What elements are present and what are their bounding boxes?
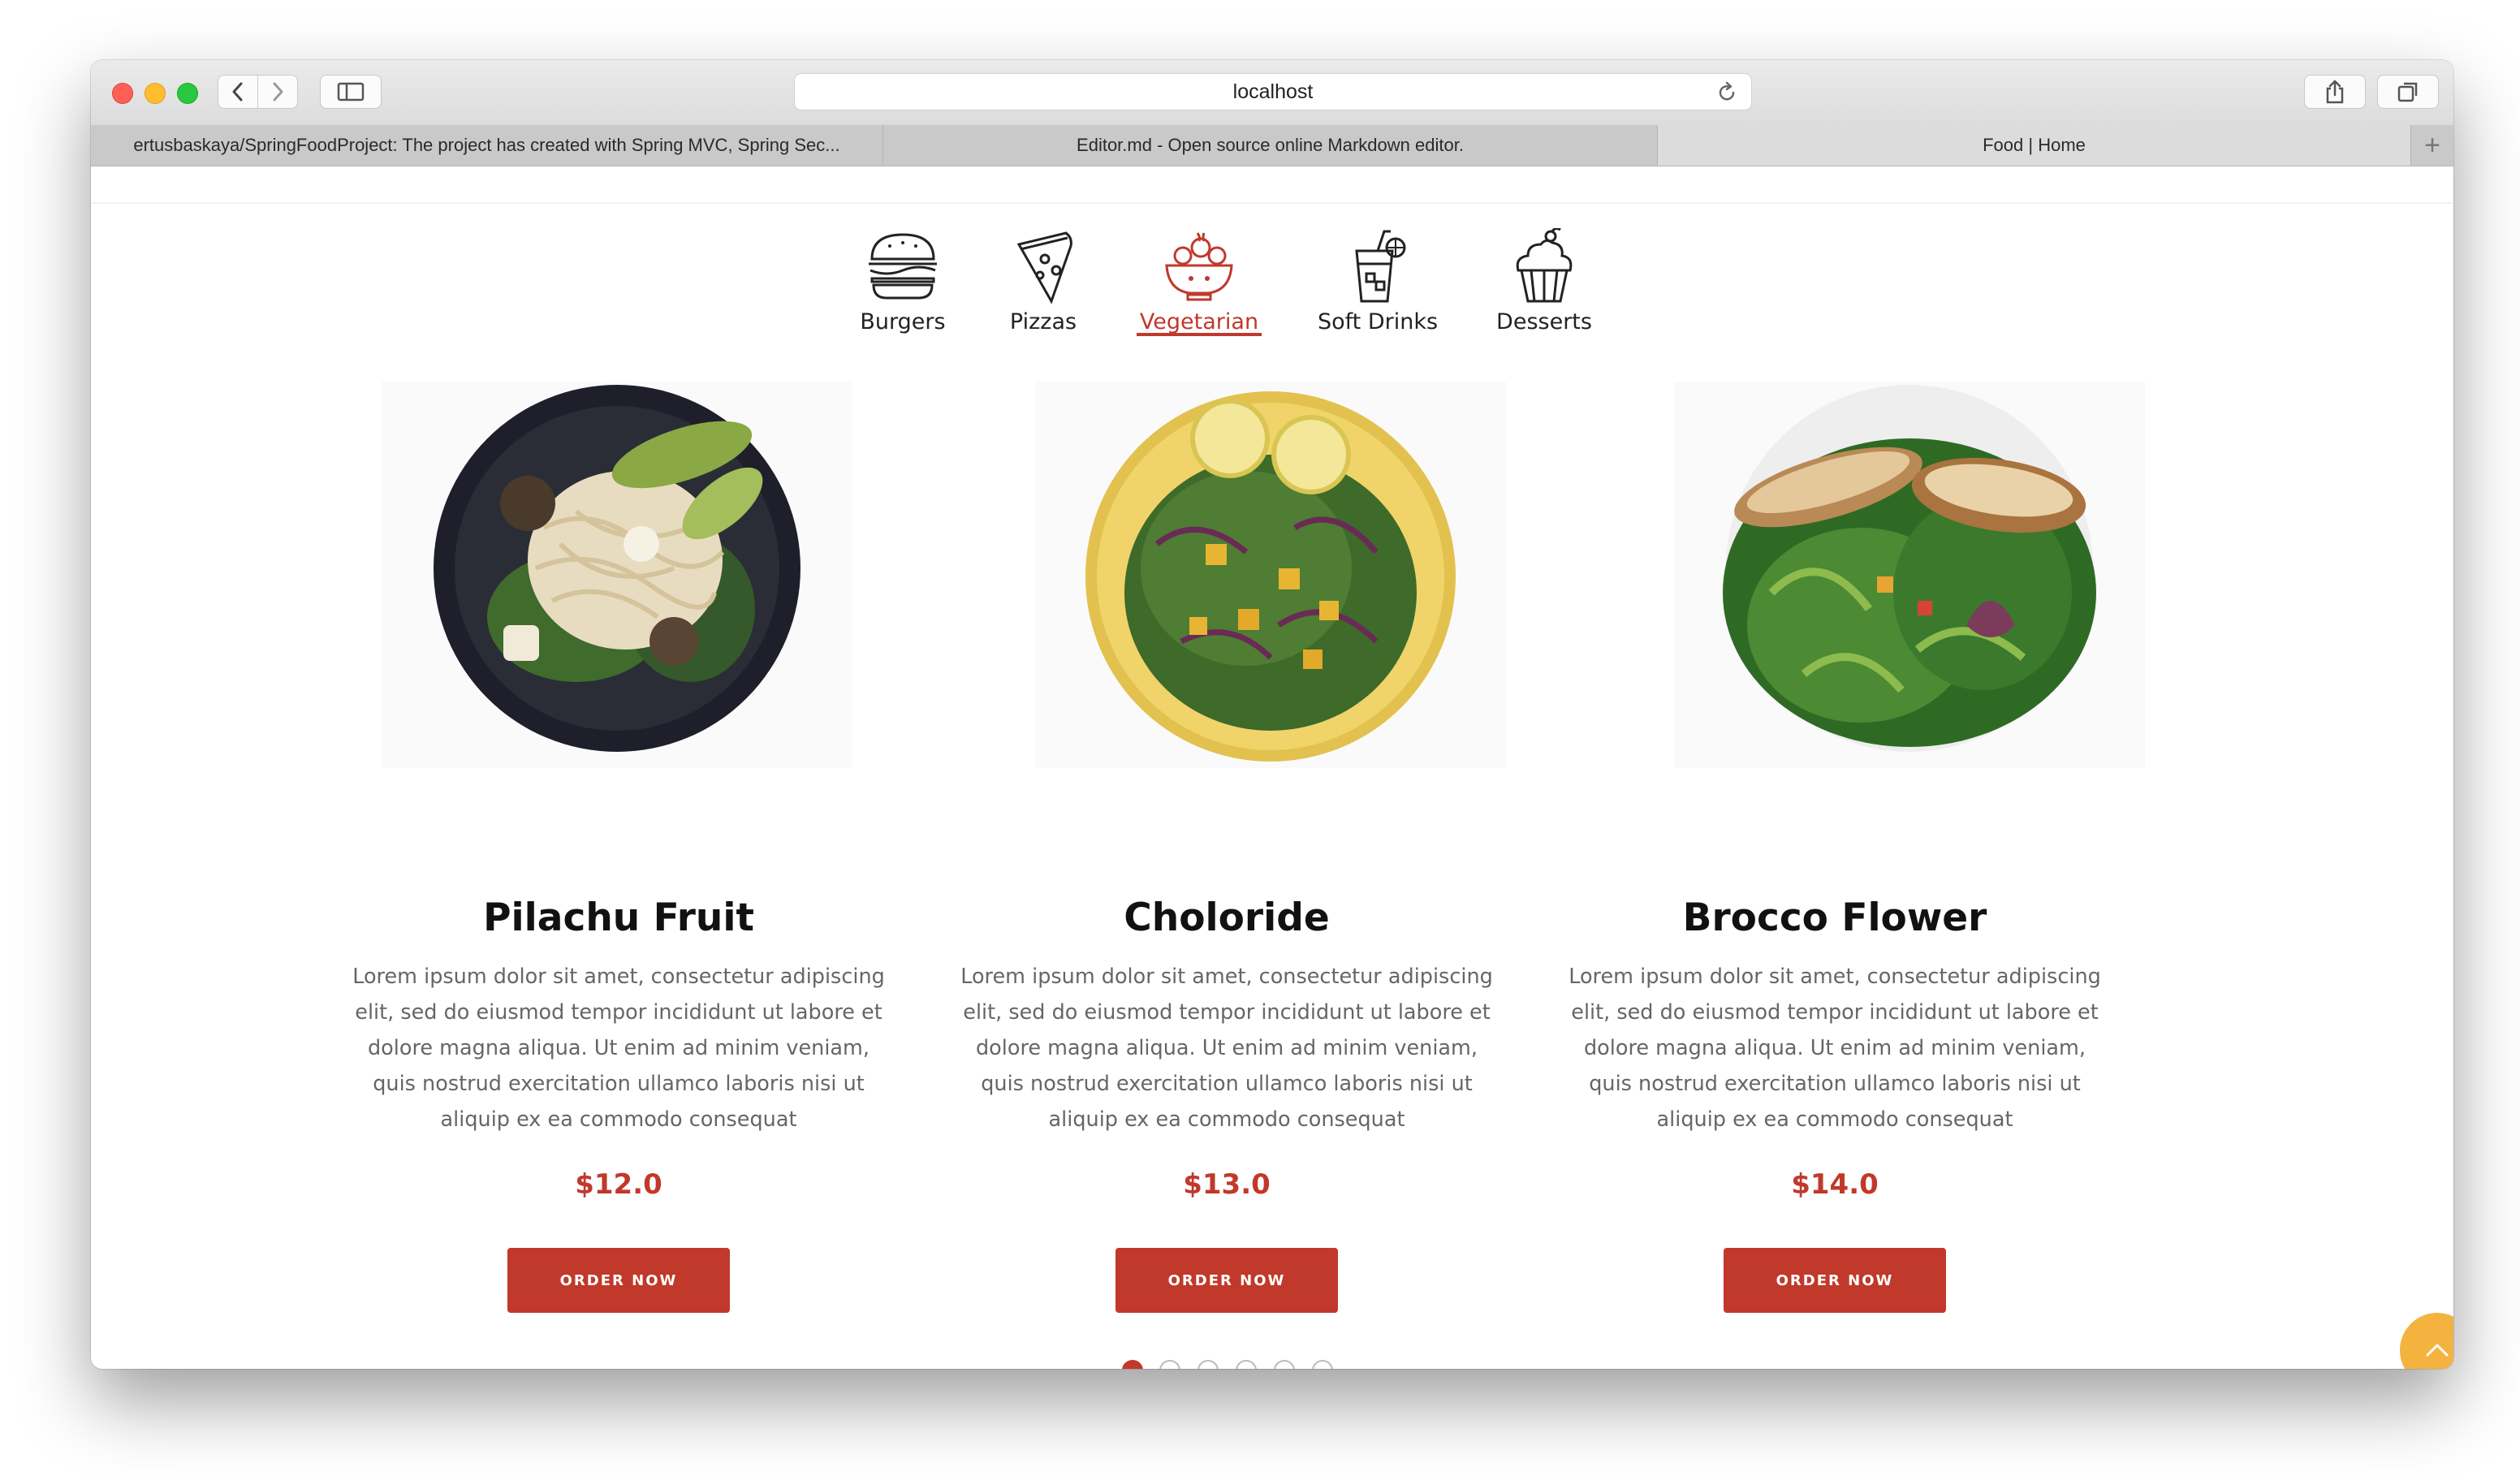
tab-github[interactable]: ertusbaskaya/SpringFoodProject: The proj…	[91, 125, 883, 166]
product-description: Lorem ipsum dolor sit amet, consectetur …	[352, 965, 885, 1132]
tab-title: Editor.md - Open source online Markdown …	[1077, 135, 1464, 155]
show-tabs-button[interactable]	[2377, 75, 2439, 109]
carousel-dot[interactable]	[1236, 1360, 1257, 1369]
carousel-dot[interactable]	[1159, 1360, 1180, 1369]
tab-food-home[interactable]: Food | Home	[1658, 125, 2411, 166]
page-content: Burgers Pizzas Vegetarian Soft Drinks De…	[91, 166, 2453, 1369]
product-image	[1035, 382, 1506, 768]
product-name: Brocco Flower	[1682, 896, 1987, 940]
address-text: localhost	[1232, 80, 1314, 103]
minimize-window-button[interactable]	[145, 83, 166, 104]
drink-icon	[1355, 230, 1406, 303]
address-bar[interactable]: localhost	[794, 73, 1752, 110]
back-button[interactable]	[218, 75, 258, 109]
product-description: Lorem ipsum dolor sit amet, consectetur …	[1569, 965, 2101, 1132]
product-name: Pilachu Fruit	[483, 896, 754, 940]
product-price: $13.0	[1183, 1168, 1271, 1201]
carousel-pagination	[91, 1360, 2453, 1369]
carousel-dot[interactable]	[1274, 1360, 1295, 1369]
browser-window: localhost ertusbaskaya/SpringFoodProject…	[91, 60, 2453, 1369]
order-now-button[interactable]: ORDER NOW	[1115, 1248, 1338, 1313]
chevron-up-icon	[2426, 1344, 2449, 1357]
category-desserts[interactable]: Desserts	[1496, 309, 1592, 334]
carousel-dot[interactable]	[1122, 1360, 1143, 1369]
tab-editor-md[interactable]: Editor.md - Open source online Markdown …	[883, 125, 1658, 166]
product-price: $12.0	[575, 1168, 662, 1201]
close-window-button[interactable]	[112, 83, 133, 104]
title-bar: localhost	[91, 60, 2453, 126]
tabs-overview-icon	[2397, 82, 2418, 102]
active-category-underline	[1137, 333, 1262, 336]
tab-title: ertusbaskaya/SpringFoodProject: The proj…	[133, 135, 840, 155]
category-vegetarian[interactable]: Vegetarian	[1140, 309, 1258, 334]
plus-icon: +	[2424, 129, 2440, 161]
sidebar-toggle-button[interactable]	[320, 75, 382, 109]
category-burgers[interactable]: Burgers	[860, 309, 945, 334]
product-name: Choloride	[1124, 896, 1330, 940]
product-description: Lorem ipsum dolor sit amet, consectetur …	[960, 965, 1493, 1132]
header-divider	[91, 202, 2453, 204]
carousel-dot[interactable]	[1197, 1360, 1219, 1369]
burger-icon	[869, 233, 937, 300]
share-button[interactable]	[2304, 75, 2366, 109]
product-image	[1674, 382, 2145, 768]
product-image	[382, 382, 852, 768]
sidebar-icon	[337, 82, 365, 101]
reload-icon[interactable]	[1715, 81, 1738, 104]
category-pizzas[interactable]: Pizzas	[1010, 309, 1077, 334]
share-icon	[2326, 80, 2344, 104]
cupcake-icon	[1516, 228, 1573, 303]
order-now-button[interactable]: ORDER NOW	[1724, 1248, 1946, 1313]
chevron-right-icon	[273, 82, 283, 101]
tab-title: Food | Home	[1983, 135, 2086, 155]
tab-bar: ertusbaskaya/SpringFoodProject: The proj…	[91, 125, 2453, 166]
product-price: $14.0	[1791, 1168, 1879, 1201]
zoom-window-button[interactable]	[177, 83, 198, 104]
new-tab-button[interactable]: +	[2411, 125, 2453, 166]
chevron-left-icon	[232, 82, 243, 101]
salad-bowl-icon	[1165, 232, 1233, 301]
category-soft-drinks[interactable]: Soft Drinks	[1318, 309, 1438, 334]
scroll-to-top-button[interactable]	[2400, 1313, 2453, 1369]
carousel-dot[interactable]	[1312, 1360, 1333, 1369]
pizza-icon	[1016, 231, 1072, 304]
order-now-button[interactable]: ORDER NOW	[507, 1248, 730, 1313]
forward-button[interactable]	[257, 75, 298, 109]
